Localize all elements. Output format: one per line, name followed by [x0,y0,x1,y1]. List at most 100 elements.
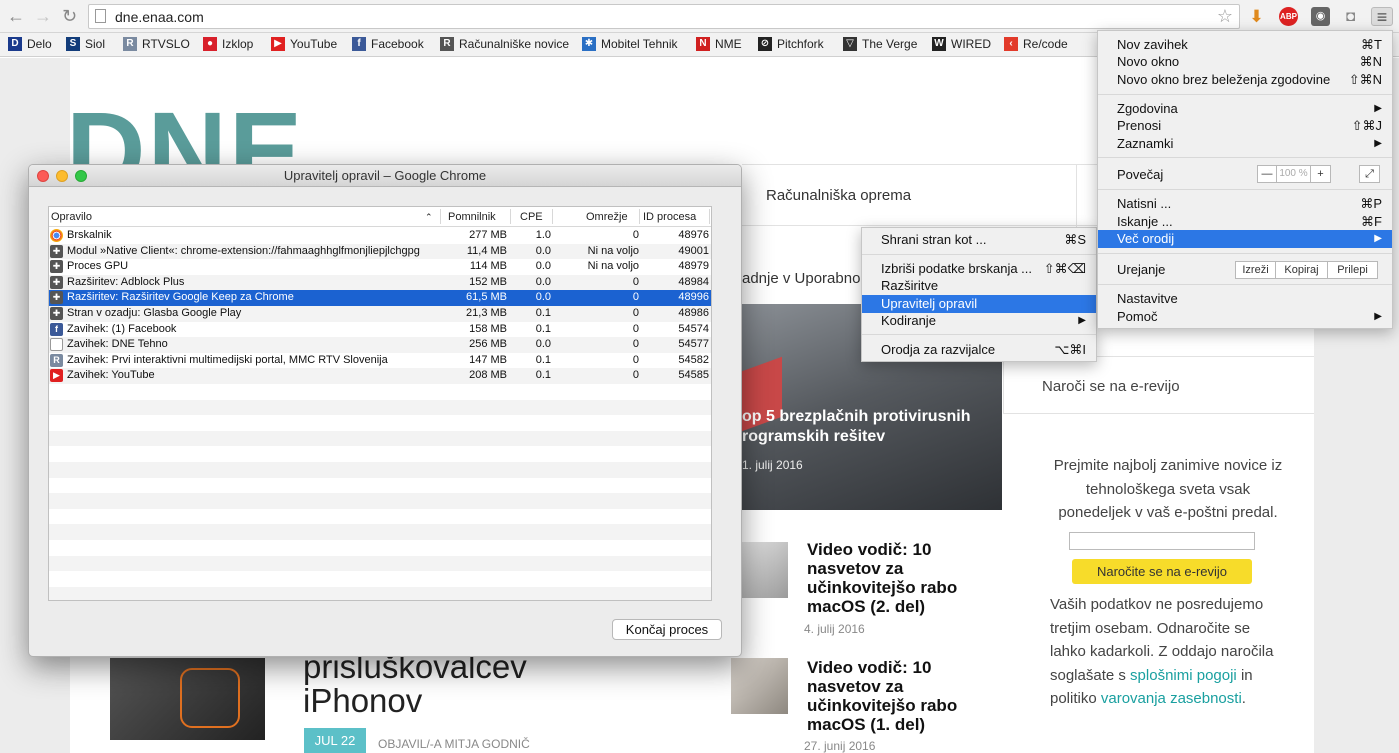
table-row[interactable]: f Zavihek: (1) Facebook 158 MB 0.1 0 54574 [49,322,711,338]
table-row[interactable]: ✚ Proces GPU 114 MB 0.0 Ni na voljo 48979 [49,259,711,275]
menu-item-incognito-window[interactable]: Novo okno brez beleženja zgodovine ⇧⌘N [1098,71,1392,89]
bookmark-item[interactable]: ● Izklop [203,37,253,51]
terms-link[interactable]: splošnimi pogoji [1130,667,1237,684]
bookmark-item[interactable]: D Delo [8,37,52,51]
download-icon[interactable]: ⬇ [1247,7,1266,26]
menu-icon[interactable]: ≡ [1371,7,1393,27]
col-header-pid[interactable]: ID procesa [643,211,696,223]
forward-icon[interactable]: → [34,7,52,25]
bookmark-item[interactable]: W WIRED [932,37,991,51]
menu-item-save-page[interactable]: Shrani stran kot ... ⌘S [862,231,1096,249]
menu-item-more-tools[interactable]: Več orodij ▶ [1098,230,1392,248]
newsletter-email-input[interactable] [1069,532,1255,550]
table-row[interactable]: ✚ Razširitev: Razširitev Google Keep za C… [49,290,711,306]
camera-icon[interactable]: ◘ [1341,7,1360,26]
empty-row [49,384,711,400]
article-title[interactable]: Video vodič: 10 nasvetov za učinkovitejš… [807,540,982,616]
bookmark-item[interactable]: ⊘ Pitchfork [758,37,824,51]
privacy-link[interactable]: varovanja zasebnosti [1101,690,1242,707]
menu-item-extensions[interactable]: Razširitve [862,277,1096,295]
bookmark-item[interactable]: R Računalniške novice [440,37,569,51]
site-logo[interactable]: DNE [70,102,342,164]
col-header-task[interactable]: Opravilo [51,211,92,223]
bookmark-item[interactable]: f Facebook [352,37,424,51]
more-tools-submenu: Shrani stran kot ... ⌘S Izbriši podatke b… [861,227,1097,362]
menu-item-settings[interactable]: Nastavitve [1098,290,1392,308]
table-row[interactable]: ▶ Zavihek: YouTube 208 MB 0.1 0 54585 [49,368,711,384]
col-header-cpu[interactable]: CPE [520,211,543,223]
hero-title-line2[interactable]: rogramskih rešitev [742,428,885,446]
menu-item-clear-browsing-data[interactable]: Izbriši podatke brskanja ... ⇧⌘⌫ [862,260,1096,278]
article-thumb[interactable] [731,658,788,714]
nav-divider [1076,165,1077,227]
col-header-network[interactable]: Omrežje [586,211,628,223]
bookmark-favicon-icon: ‹ [1004,37,1018,51]
menu-item-task-manager[interactable]: Upravitelj opravil [862,295,1096,313]
bookmark-item[interactable]: R RTVSLO [123,37,190,51]
table-row[interactable]: Brskalnik 277 MB 1.0 0 48976 [49,228,711,244]
address-bar[interactable]: dne.enaa.com ☆ [88,4,1240,29]
bookmark-label: The Verge [862,37,918,51]
bookmark-item[interactable]: N NME [696,37,742,51]
menu-item-print[interactable]: Natisni ... ⌘P [1098,195,1392,213]
end-process-button[interactable]: Končaj proces [612,619,722,640]
zoom-out-button[interactable]: — [1257,165,1277,183]
paste-button[interactable]: Prilepi [1328,261,1378,279]
menu-item-history[interactable]: Zgodovina ▶ [1098,100,1392,118]
empty-row [49,430,711,447]
bottom-article-title-line2[interactable]: iPhonov [303,682,422,720]
bookmark-favicon-icon: ▶ [271,37,285,51]
bottom-article-image[interactable] [110,658,265,740]
fullscreen-button[interactable]: ⤢ [1359,165,1380,183]
cell-pid: 48996 [678,291,709,304]
table-row[interactable]: ✚ Modul »Native Client«: chrome-extension… [49,243,711,260]
empty-row [49,399,711,416]
star-icon[interactable]: ☆ [1217,6,1233,27]
menu-item-help[interactable]: Pomoč ▶ [1098,308,1392,326]
back-icon[interactable]: ← [7,7,25,25]
newsletter-subscribe-button[interactable]: Naročite se na e-revijo [1072,559,1252,584]
task-manager-titlebar[interactable]: Upravitelj opravil – Google Chrome [29,165,741,187]
puzzle-icon: ✚ [50,260,63,274]
bookmark-item[interactable]: ‹ Re/code [1004,37,1068,51]
bookmark-item[interactable]: ▶ YouTube [271,37,337,51]
menu-item-downloads[interactable]: Prenosi ⇧⌘J [1098,117,1392,135]
page-icon [95,9,106,23]
col-header-memory[interactable]: Pomnilnik [448,211,496,223]
table-row[interactable]: ✚ Stran v ozadju: Glasba Google Play 21,3 … [49,306,711,322]
puzzle-icon: ✚ [50,291,63,305]
table-row[interactable]: R Zavihek: Prvi interaktivni multimedijsk… [49,353,711,369]
menu-item-developer-tools[interactable]: Orodja za razvijalce ⌥⌘I [862,341,1096,359]
menu-item-new-tab[interactable]: Nov zavihek ⌘T [1098,36,1392,54]
reload-icon[interactable]: ↻ [62,7,77,25]
bookmark-item[interactable]: ▽ The Verge [843,37,917,51]
cell-network: 0 [632,307,639,319]
cut-button[interactable]: Izreži [1235,261,1276,279]
bookmark-item[interactable]: S Siol [66,37,105,51]
rtv-icon: R [50,353,63,367]
url-text: dne.enaa.com [115,9,204,25]
col-divider [639,209,640,224]
cell-network: 0 [632,322,639,335]
keep-icon[interactable]: ◉ [1311,7,1330,26]
table-row[interactable]: Zavihek: DNE Tehno 256 MB 0.0 0 54577 [49,337,711,353]
cell-cpu: 0.1 [535,307,551,319]
menu-item-new-window[interactable]: Novo okno ⌘N [1098,53,1392,71]
cell-pid: 54577 [678,338,709,351]
article-thumb[interactable] [742,542,788,598]
zoom-window-icon[interactable] [75,170,87,182]
copy-button[interactable]: Kopiraj [1276,261,1328,279]
close-window-icon[interactable] [37,170,49,182]
bookmark-item[interactable]: ✱ Mobitel Tehnik [582,37,678,51]
article-title[interactable]: Video vodič: 10 nasvetov za učinkovitejš… [807,658,982,734]
zoom-in-button[interactable]: + [1311,165,1331,183]
menu-item-bookmarks[interactable]: Zaznamki ▶ [1098,135,1392,153]
hero-title-line1[interactable]: op 5 brezplačnih protivirusnih [742,408,970,426]
table-row[interactable]: ✚ Razširitev: Adblock Plus 152 MB 0.0 0 48984 [49,274,711,291]
menu-item-encoding[interactable]: Kodiranje ▶ [862,312,1096,330]
menu-item-find[interactable]: Iskanje ... ⌘F [1098,213,1392,231]
minimize-window-icon[interactable] [56,170,68,182]
nav-item-racunalniska-oprema[interactable]: Računalniška oprema [766,187,911,204]
menu-separator [1098,253,1392,254]
adblock-icon[interactable]: ABP [1279,7,1298,26]
